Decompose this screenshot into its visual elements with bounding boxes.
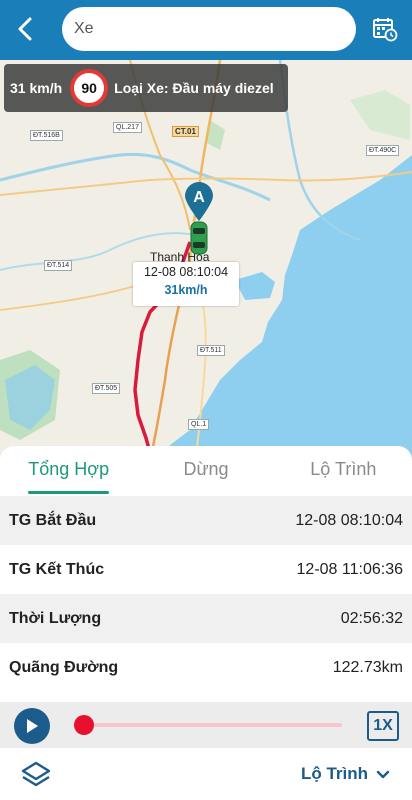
row-value: 02:56:32 (340, 609, 403, 627)
current-speed: 31 km/h (10, 80, 63, 96)
calendar-clock-icon (373, 18, 398, 42)
speed-limit-sign: 90 (70, 69, 109, 107)
playback-bar: 1X (0, 702, 412, 748)
tab-summary[interactable]: Tổng Hợp (0, 446, 137, 494)
position-popup: 12-08 08:10:04 31km/h (133, 262, 239, 306)
route-dropdown-label: Lộ Trình (300, 764, 368, 783)
marker-letter: A (193, 189, 205, 206)
layers-icon (21, 761, 51, 787)
calendar-button[interactable] (370, 14, 400, 44)
row-value: 12-08 08:10:04 (295, 511, 403, 529)
top-bar (0, 0, 412, 60)
row-value: 122.73km (332, 658, 403, 676)
popup-time: 12-08 08:10:04 (143, 265, 229, 279)
bottom-bar: Lộ Trình (0, 748, 412, 800)
summary-row-duration: Thời Lượng 02:56:32 (0, 594, 412, 643)
row-label: TG Bắt Đầu (9, 511, 97, 529)
summary-row-distance: Quãng Đường 122.73km (0, 643, 412, 692)
road-label: QL.1 (188, 419, 210, 430)
search-box[interactable] (62, 7, 356, 51)
back-button[interactable] (8, 12, 42, 46)
play-button[interactable] (14, 708, 50, 744)
search-input[interactable] (74, 20, 356, 38)
row-label: Quãng Đường (9, 658, 119, 676)
app-root: ĐT.516B QL.217 CT.01 ĐT.490C ĐT.514 ĐT.5… (0, 0, 412, 800)
playback-slider-track[interactable] (84, 723, 342, 727)
vehicle-type: Loại Xe: Đầu máy diezel (114, 80, 274, 96)
playback-speed-button[interactable]: 1X (367, 711, 399, 741)
vehicle-car-icon[interactable] (188, 220, 210, 261)
road-label: ĐT.514 (44, 260, 73, 271)
tab-stops[interactable]: Dừng (137, 446, 274, 494)
tab-bar: Tổng Hợp Dừng Lộ Trình (0, 446, 412, 494)
road-label: ĐT.505 (92, 383, 121, 394)
row-label: Thời Lượng (9, 609, 102, 627)
layers-button[interactable] (20, 760, 52, 792)
road-label: ĐT.490C (366, 145, 400, 156)
route-dropdown[interactable]: Lộ Trình (301, 764, 390, 784)
speed-panel: 31 km/h 90 Loại Xe: Đầu máy diezel (4, 64, 288, 112)
tab-route[interactable]: Lộ Trình (275, 446, 412, 494)
road-label: CT.01 (172, 126, 199, 137)
road-label: QL.217 (113, 122, 142, 133)
row-value: 12-08 11:06:36 (296, 560, 403, 578)
popup-speed: 31km/h (164, 283, 208, 297)
summary-row-start-time: TG Bắt Đầu 12-08 08:10:04 (0, 496, 412, 545)
chevron-down-icon (376, 770, 390, 778)
playback-slider-thumb[interactable] (74, 715, 94, 735)
road-label: ĐT.516B (30, 130, 63, 141)
row-label: TG Kết Thúc (9, 560, 105, 578)
play-icon (27, 719, 38, 733)
start-marker-icon[interactable]: A (183, 181, 215, 221)
chevron-left-icon (18, 17, 32, 41)
summary-row-end-time: TG Kết Thúc 12-08 11:06:36 (0, 545, 412, 594)
road-label: ĐT.511 (197, 345, 225, 356)
summary-list: TG Bắt Đầu 12-08 08:10:04 TG Kết Thúc 12… (0, 496, 412, 692)
